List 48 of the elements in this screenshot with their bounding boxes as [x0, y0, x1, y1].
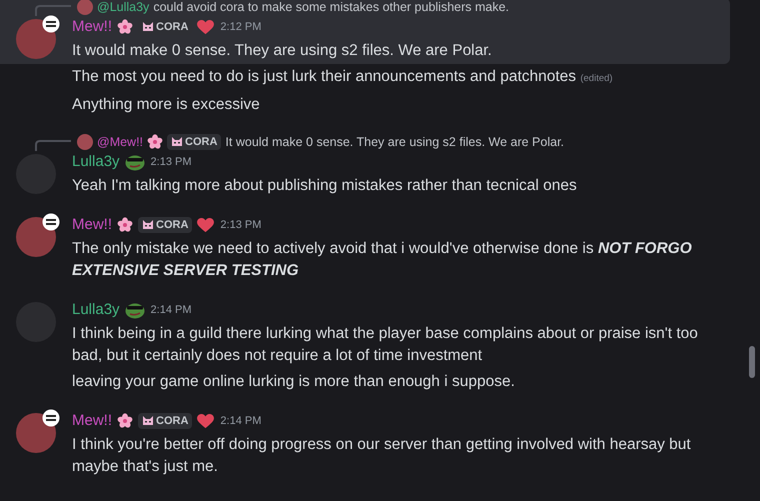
message-text: The most you need to do is just lurk their announcements and patchnotes (edited)	[72, 68, 613, 85]
cat-icon	[171, 136, 184, 148]
message-text: Anything more is excessive	[72, 96, 260, 113]
avatar[interactable]	[16, 19, 56, 59]
reply-connector	[35, 140, 71, 151]
cat-icon	[142, 219, 154, 231]
timestamp: 2:13 PM	[220, 218, 262, 233]
heart-icon	[197, 20, 214, 34]
role-tag: CORA	[138, 413, 192, 429]
speech-bubble-icon	[42, 213, 60, 231]
avatar[interactable]	[16, 217, 56, 257]
cat-icon	[142, 21, 154, 33]
author-name[interactable]: Lulla3y	[72, 151, 120, 173]
flower-icon	[117, 217, 134, 233]
message-text: The only mistake we need to actively avoid that i would've otherwise done is NOT FORGO EXTENSIVE SERVER TESTING	[72, 240, 692, 279]
heart-icon	[197, 414, 214, 428]
avatar	[77, 134, 93, 150]
flower-icon	[117, 19, 134, 35]
heart-icon	[197, 218, 214, 232]
author-name[interactable]: Mew!!	[72, 16, 112, 38]
frog-icon	[124, 301, 145, 319]
message-text: Yeah I'm talking more about publishing mistakes rather than tecnical ones	[72, 177, 577, 194]
author-name[interactable]: Mew!!	[72, 214, 112, 236]
speech-bubble-icon	[42, 15, 60, 33]
reply-mention[interactable]: @Mew!!	[97, 131, 144, 153]
reply-text: It would make 0 sense. They are using s2 files. We are Polar.	[225, 134, 564, 151]
reply-text: could avoid cora to make some mistakes other publishers make.	[153, 0, 510, 16]
timestamp: 2:14 PM	[220, 414, 262, 429]
role-tag: CORA	[138, 217, 192, 233]
cat-icon	[142, 415, 154, 427]
author-name[interactable]: Lulla3y	[72, 299, 120, 321]
reply-connector	[35, 5, 71, 16]
timestamp: 2:14 PM	[150, 303, 192, 318]
frog-icon	[124, 153, 145, 171]
avatar	[77, 0, 93, 15]
timestamp: 2:13 PM	[150, 155, 192, 170]
message-text: I think you're better off doing progress on our server than getting involved with hearsay but maybe that's just me.	[72, 436, 691, 475]
message-text: It would make 0 sense. They are using s2 files. We are Polar.	[72, 42, 492, 59]
reply-mention[interactable]: @Lulla3y	[97, 0, 150, 18]
speech-bubble-icon	[42, 409, 60, 427]
message-text: leaving your game online lurking is more than enough i suppose.	[72, 373, 515, 390]
flower-icon	[117, 413, 134, 429]
avatar[interactable]	[16, 413, 56, 453]
scrollbar-thumb[interactable]	[749, 346, 755, 378]
timestamp: 2:12 PM	[220, 20, 262, 35]
author-name[interactable]: Mew!!	[72, 410, 112, 432]
role-tag: CORA	[167, 134, 222, 150]
flower-icon	[147, 134, 164, 150]
